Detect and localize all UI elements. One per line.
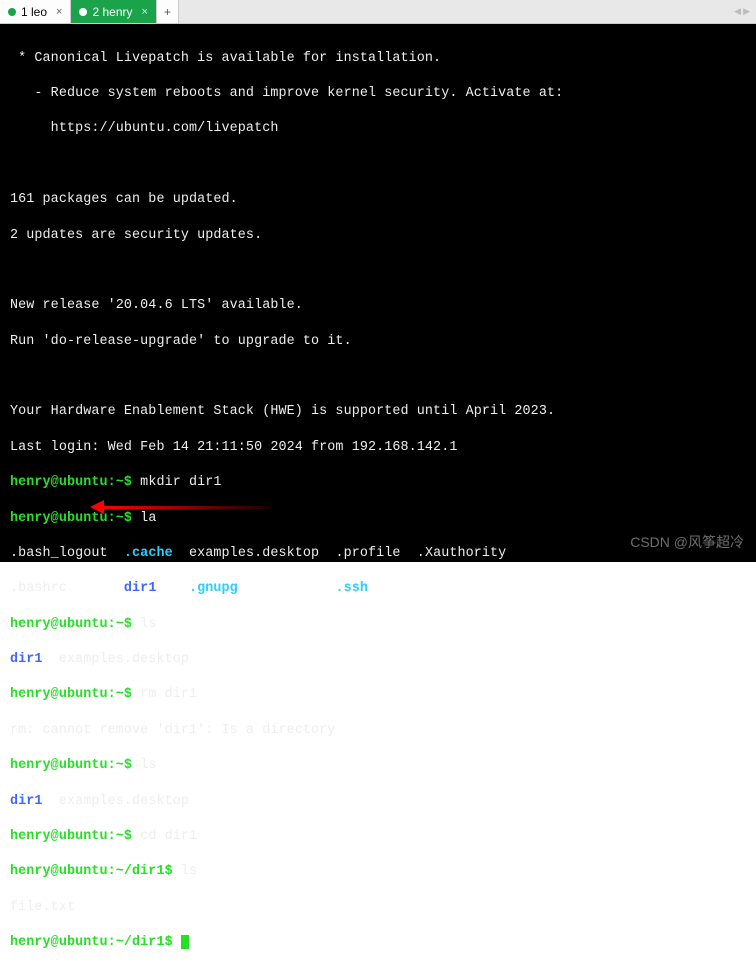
prompt: henry@ubuntu:~/dir1$: [10, 864, 173, 879]
tab-label: 1 leo: [21, 5, 47, 19]
cmd-line: henry@ubuntu:~/dir1$: [10, 934, 746, 952]
release-line: New release '20.04.6 LTS' available.: [10, 297, 746, 315]
prompt: henry@ubuntu:~/dir1$: [10, 935, 173, 950]
login-line: Last login: Wed Feb 14 21:11:50 2024 fro…: [10, 439, 746, 457]
ls-line: file.txt: [10, 899, 746, 917]
close-icon[interactable]: ×: [142, 6, 148, 18]
cmd-line: henry@ubuntu:~$ ls: [10, 757, 746, 775]
cmd-line: henry@ubuntu:~/dir1$ ls: [10, 863, 746, 881]
motd-line: https://ubuntu.com/livepatch: [10, 120, 746, 138]
release-line: Run 'do-release-upgrade' to upgrade to i…: [10, 333, 746, 351]
tab-scroll: ◀ ▶: [179, 0, 756, 23]
chevron-left-icon[interactable]: ◀: [734, 6, 741, 17]
updates-line: 161 packages can be updated.: [10, 191, 746, 209]
ls-line: .bash_logout .cache examples.desktop .pr…: [10, 545, 746, 563]
tab-leo[interactable]: 1 leo ×: [0, 0, 71, 23]
prompt: henry@ubuntu:~$: [10, 829, 132, 844]
prompt: henry@ubuntu:~$: [10, 511, 132, 526]
prompt: henry@ubuntu:~$: [10, 475, 132, 490]
ls-line: dir1 examples.desktop: [10, 651, 746, 669]
cmd-line: henry@ubuntu:~$ cd dir1: [10, 828, 746, 846]
prompt: henry@ubuntu:~$: [10, 687, 132, 702]
motd-line: * Canonical Livepatch is available for i…: [10, 50, 746, 68]
blank-line: [10, 156, 746, 174]
terminal-output[interactable]: * Canonical Livepatch is available for i…: [0, 24, 756, 562]
ls-line: dir1 examples.desktop: [10, 793, 746, 811]
new-tab-button[interactable]: +: [157, 0, 179, 23]
prompt: henry@ubuntu:~$: [10, 758, 132, 773]
tab-bar: 1 leo × 2 henry × + ◀ ▶: [0, 0, 756, 24]
cursor-icon: [181, 935, 189, 949]
status-dot-icon: [8, 8, 16, 16]
cmd-line: henry@ubuntu:~$ mkdir dir1: [10, 474, 746, 492]
tab-henry[interactable]: 2 henry ×: [71, 0, 156, 23]
motd-line: - Reduce system reboots and improve kern…: [10, 85, 746, 103]
ls-line: .bashrc dir1 .gnupg .ssh: [10, 580, 746, 598]
cmd-line: henry@ubuntu:~$ la: [10, 510, 746, 528]
blank-line: [10, 368, 746, 386]
cmd-line: henry@ubuntu:~$ ls: [10, 616, 746, 634]
blank-line: [10, 262, 746, 280]
cmd-line: henry@ubuntu:~$ rm dir1: [10, 686, 746, 704]
chevron-right-icon[interactable]: ▶: [743, 6, 750, 17]
close-icon[interactable]: ×: [56, 6, 62, 18]
hwe-line: Your Hardware Enablement Stack (HWE) is …: [10, 403, 746, 421]
error-line: rm: cannot remove 'dir1': Is a directory: [10, 722, 746, 740]
status-dot-icon: [79, 8, 87, 16]
prompt: henry@ubuntu:~$: [10, 617, 132, 632]
tab-label: 2 henry: [92, 5, 132, 19]
updates-line: 2 updates are security updates.: [10, 227, 746, 245]
